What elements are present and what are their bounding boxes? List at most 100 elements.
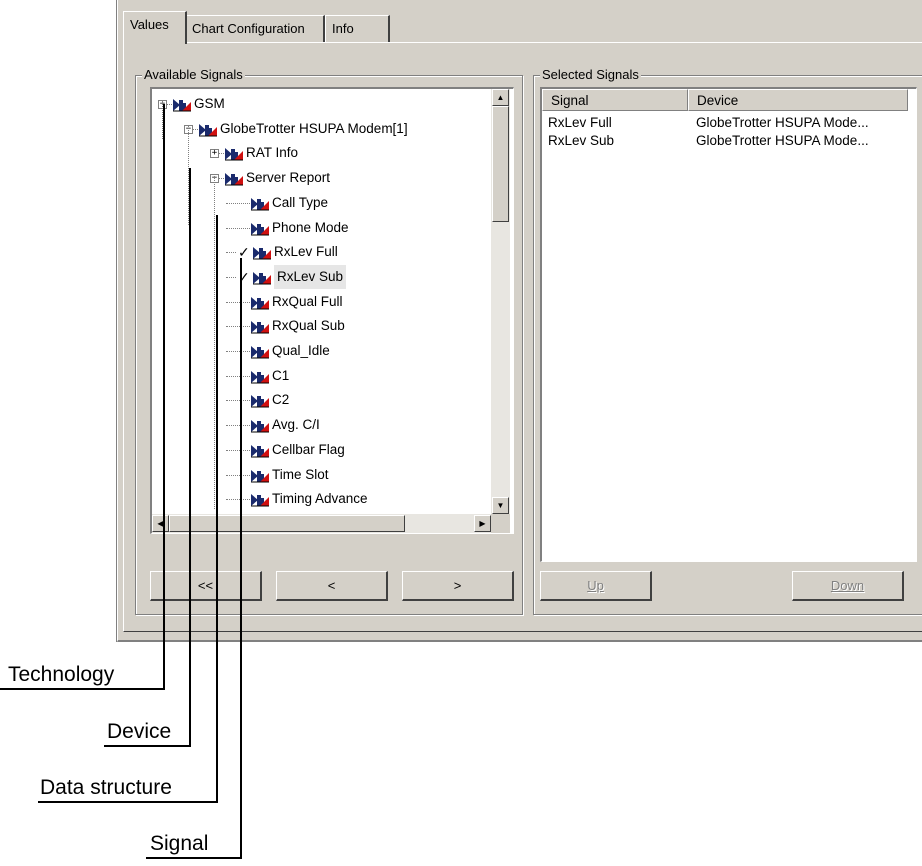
- callout-line-signal: [240, 258, 242, 858]
- tree-node[interactable]: Cellbar Flag: [152, 438, 491, 462]
- tree-node-label[interactable]: C1: [272, 364, 289, 388]
- scroll-up-button[interactable]: ▲: [492, 89, 509, 106]
- tree-node[interactable]: Call Type: [152, 191, 491, 215]
- up-button-label: Up: [587, 578, 604, 593]
- tree-node-label[interactable]: Qual_Idle: [272, 339, 330, 363]
- add-button[interactable]: >: [402, 571, 514, 601]
- tree-node-label[interactable]: Cellbar Flag: [272, 438, 345, 462]
- signal-chart-icon: [250, 195, 270, 211]
- tree-node[interactable]: C1: [152, 364, 491, 388]
- column-header-device[interactable]: Device: [688, 89, 908, 111]
- selected-row-signal[interactable]: RxLev Full: [548, 114, 612, 132]
- callout-device: Device: [107, 720, 172, 743]
- selected-row-device[interactable]: GlobeTrotter HSUPA Mode...: [696, 132, 869, 150]
- tree-node[interactable]: ✓ RxLev Full: [152, 240, 491, 264]
- tree-node[interactable]: −GSM: [152, 92, 491, 116]
- selected-row-device[interactable]: GlobeTrotter HSUPA Mode...: [696, 114, 869, 132]
- tree-node[interactable]: Time Slot: [152, 463, 491, 487]
- tree-connector: [226, 351, 250, 352]
- down-button-label: Down: [830, 578, 865, 593]
- tree-connector: [226, 326, 250, 328]
- tree-connector: [226, 252, 236, 254]
- tree-connector: [214, 176, 215, 509]
- signal-chart-icon: [224, 170, 244, 186]
- tree-node-label[interactable]: Timing Advance: [272, 487, 368, 511]
- signal-tree[interactable]: −GSM−GlobeTrotter HSUPA Modem[1] + RAT Inf…: [150, 87, 514, 534]
- tree-connector: [226, 202, 250, 204]
- horizontal-scroll-thumb[interactable]: [169, 515, 405, 532]
- tree-node-label[interactable]: C2: [272, 388, 289, 412]
- tree-node-label[interactable]: Phone Mode: [272, 216, 349, 240]
- tree-node-label[interactable]: RxLev Sub: [274, 264, 347, 289]
- tree-node[interactable]: Timing Advance: [152, 487, 491, 511]
- tree-node-label[interactable]: RxQual Full: [272, 290, 343, 314]
- tab-values[interactable]: Values: [123, 11, 187, 44]
- signal-chart-icon: [250, 318, 270, 334]
- tree-horizontal-scrollbar[interactable]: ◀ ▶: [152, 514, 491, 533]
- signal-chart-icon: [224, 145, 244, 161]
- remove-button[interactable]: <: [276, 571, 388, 601]
- tree-node[interactable]: + RAT Info: [152, 141, 491, 165]
- tree-connector: [226, 301, 250, 303]
- tree-connector: [226, 474, 250, 476]
- scroll-down-button[interactable]: ▼: [492, 497, 509, 514]
- tree-connector: [226, 499, 250, 501]
- callout-signal: Signal: [150, 832, 209, 855]
- tab-info[interactable]: Info: [325, 15, 390, 43]
- callout-line-data-structure: [216, 215, 218, 802]
- vertical-scroll-thumb[interactable]: [492, 106, 509, 222]
- tree-node[interactable]: ✓ RxLev Sub: [152, 264, 491, 289]
- expand-icon[interactable]: +: [210, 149, 219, 159]
- callout-data-structure: Data structure: [40, 776, 172, 799]
- tree-node[interactable]: RxQual Sub: [152, 314, 491, 338]
- down-button[interactable]: Down: [792, 571, 904, 601]
- tree-node-label[interactable]: Server Report: [246, 166, 330, 190]
- signal-chart-icon: [250, 467, 270, 483]
- available-signals-group: Available Signals −GSM−GlobeTrotter HSUP…: [135, 67, 523, 615]
- tree-node-label[interactable]: RxQual Sub: [272, 314, 345, 338]
- tree-node[interactable]: − Server Report: [152, 166, 491, 190]
- tree-node[interactable]: C2: [152, 388, 491, 412]
- signal-chart-icon: [250, 417, 270, 433]
- tab-panel-values: Available Signals −GSM−GlobeTrotter HSUP…: [123, 42, 922, 632]
- signal-chart-icon: [198, 121, 218, 137]
- tree-connector: [226, 425, 250, 427]
- signal-chart-icon: [252, 244, 272, 260]
- scrollbar-corner: [491, 514, 510, 533]
- tree-node[interactable]: − GlobeTrotter HSUPA Modem[1]: [152, 117, 491, 141]
- callout-underline-data-structure: [38, 801, 218, 803]
- callout-underline-technology: [0, 688, 165, 690]
- callout-technology: Technology: [8, 663, 115, 686]
- signal-chart-icon: [250, 368, 270, 384]
- scroll-right-button[interactable]: ▶: [474, 515, 491, 532]
- tree-node[interactable]: Phone Mode: [152, 216, 491, 240]
- signal-selection-dialog: Values Chart Configuration Info Availabl…: [117, 0, 922, 642]
- signal-chart-icon: [252, 269, 272, 285]
- signal-chart-icon: [250, 442, 270, 458]
- selected-signals-list[interactable]: Signal Device RxLev Full GlobeTrotter HS…: [540, 87, 917, 562]
- column-header-signal[interactable]: Signal: [542, 89, 688, 111]
- tree-vertical-scrollbar[interactable]: ▲ ▼: [491, 89, 510, 514]
- available-signals-title: Available Signals: [142, 67, 245, 83]
- tree-node-label[interactable]: GSM: [194, 92, 225, 116]
- tree-node-label[interactable]: Call Type: [272, 191, 328, 215]
- callout-line-device: [189, 168, 191, 746]
- tree-node[interactable]: Avg. C/I: [152, 413, 491, 437]
- tree-connector: [226, 375, 250, 377]
- signal-chart-icon: [250, 343, 270, 359]
- tree-node-label[interactable]: RAT Info: [246, 141, 298, 165]
- signal-chart-icon: [250, 392, 270, 408]
- tree-node-label[interactable]: Time Slot: [272, 463, 329, 487]
- tree-node[interactable]: RxQual Full: [152, 290, 491, 314]
- remove-all-button[interactable]: <<: [150, 571, 262, 601]
- signal-chart-icon: [250, 294, 270, 310]
- signal-chart-icon: [250, 491, 270, 507]
- tree-node-label[interactable]: GlobeTrotter HSUPA Modem[1]: [220, 117, 408, 141]
- tab-chart-configuration[interactable]: Chart Configuration: [185, 15, 325, 43]
- tree-node-label[interactable]: RxLev Full: [274, 240, 338, 264]
- tree-node-label[interactable]: Avg. C/I: [272, 413, 320, 437]
- selected-row-signal[interactable]: RxLev Sub: [548, 132, 614, 150]
- scroll-left-button[interactable]: ◀: [152, 515, 169, 532]
- up-button[interactable]: Up: [540, 571, 652, 601]
- tree-node[interactable]: Qual_Idle: [152, 339, 491, 363]
